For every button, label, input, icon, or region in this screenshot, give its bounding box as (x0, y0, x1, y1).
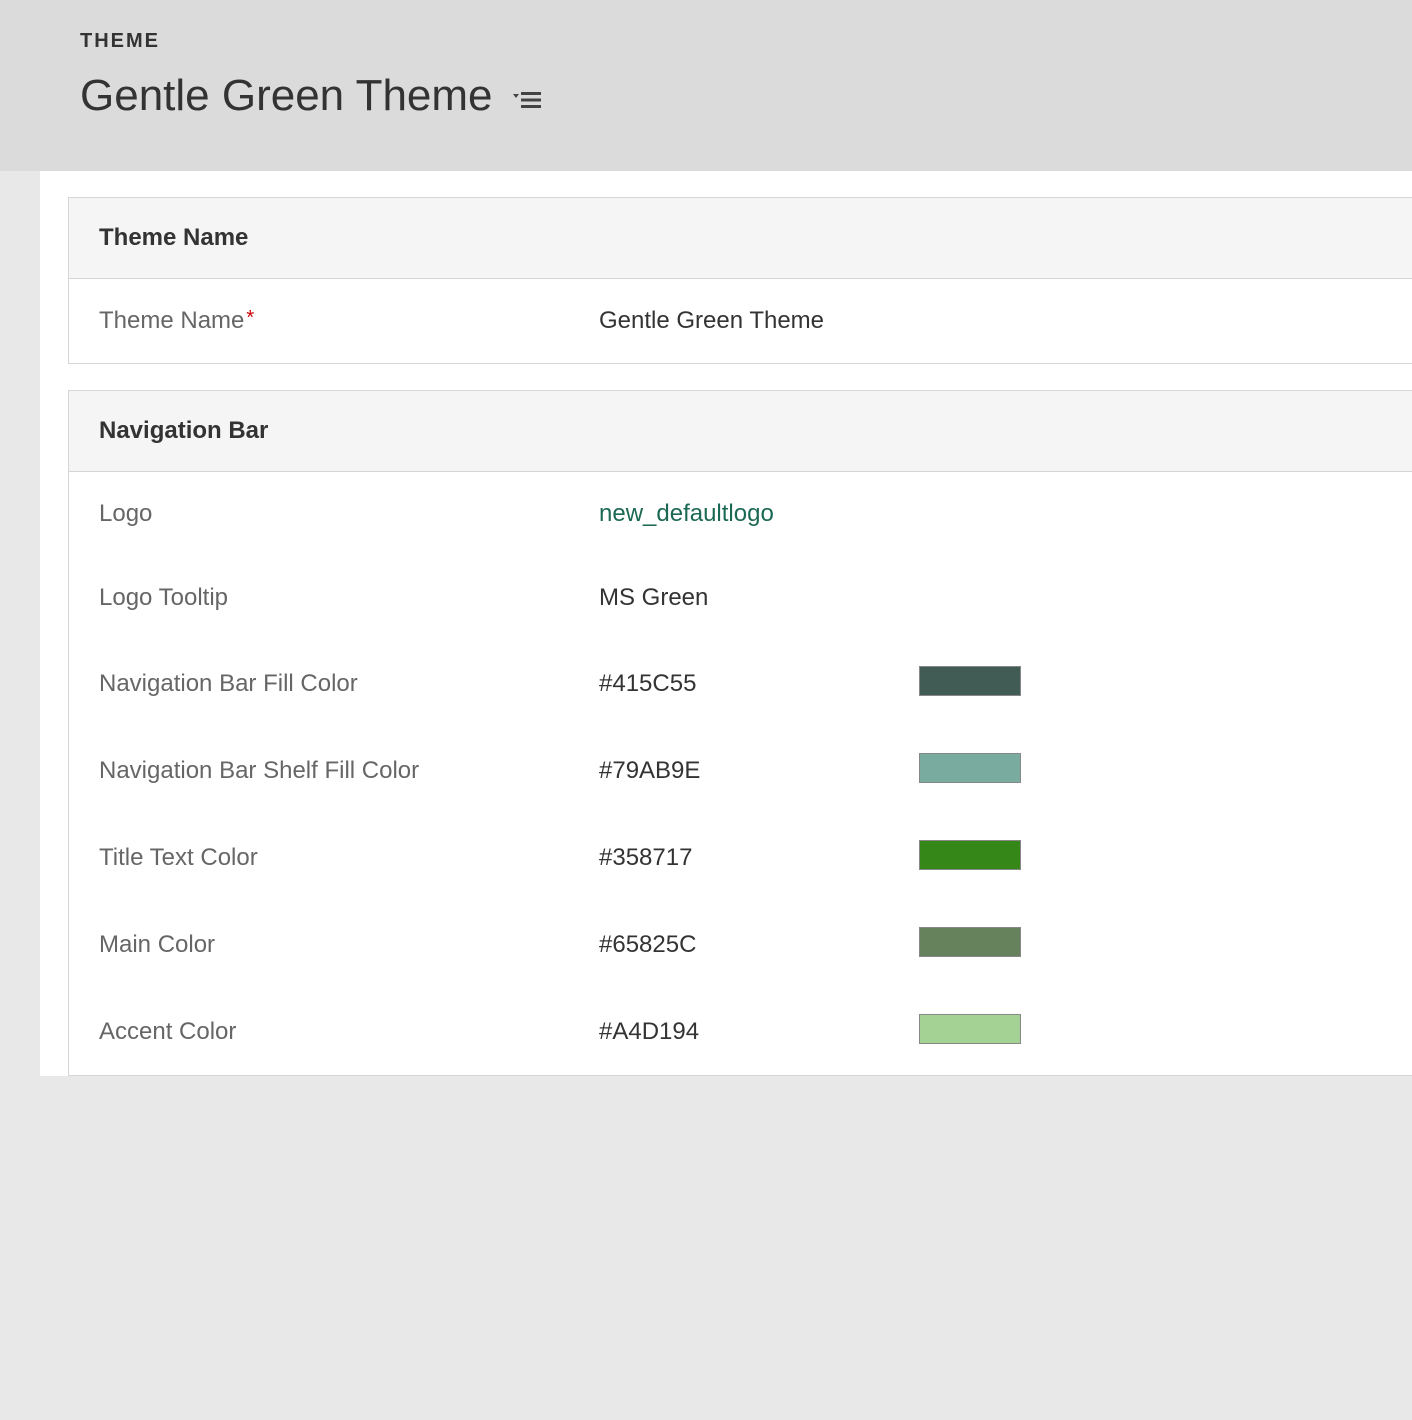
swatch-main-color[interactable] (919, 927, 1021, 957)
page-header: THEME Gentle Green Theme (0, 0, 1412, 171)
section-navigation-bar: Navigation Bar Logo new_defaultlogo Logo… (68, 390, 1412, 1076)
value-title-text[interactable]: #358717 (599, 844, 919, 872)
entity-label: THEME (80, 30, 1412, 53)
section-body-navigation-bar: Logo new_defaultlogo Logo Tooltip MS Gre… (69, 472, 1412, 1075)
value-nav-shelf-fill[interactable]: #79AB9E (599, 757, 919, 785)
section-header-navigation-bar[interactable]: Navigation Bar (69, 391, 1412, 472)
value-accent-color[interactable]: #A4D194 (599, 1018, 919, 1046)
label-main-color: Main Color (99, 931, 599, 959)
label-title-text: Title Text Color (99, 844, 599, 872)
field-nav-shelf-fill: Navigation Bar Shelf Fill Color #79AB9E (69, 727, 1412, 814)
section-theme-name: Theme Name Theme Name* Gentle Green Them… (68, 197, 1412, 364)
value-logo-tooltip[interactable]: MS Green (599, 584, 919, 612)
field-theme-name: Theme Name* Gentle Green Theme (69, 279, 1412, 363)
page-title: Gentle Green Theme (80, 71, 493, 121)
swatch-nav-fill-cell (919, 666, 1021, 701)
content-wrapper: Theme Name Theme Name* Gentle Green Them… (0, 171, 1412, 1076)
field-logo: Logo new_defaultlogo (69, 472, 1412, 556)
label-theme-name: Theme Name* (99, 307, 599, 335)
swatch-accent-color-cell (919, 1014, 1021, 1049)
record-menu-icon[interactable] (513, 82, 541, 110)
content: Theme Name Theme Name* Gentle Green Them… (40, 171, 1412, 1076)
section-body-theme-name: Theme Name* Gentle Green Theme (69, 279, 1412, 363)
label-nav-shelf-fill: Navigation Bar Shelf Fill Color (99, 757, 599, 785)
swatch-main-color-cell (919, 927, 1021, 962)
label-logo-tooltip: Logo Tooltip (99, 584, 599, 612)
field-accent-color: Accent Color #A4D194 (69, 988, 1412, 1075)
value-theme-name[interactable]: Gentle Green Theme (599, 307, 919, 335)
swatch-title-text[interactable] (919, 840, 1021, 870)
section-header-theme-name[interactable]: Theme Name (69, 198, 1412, 279)
label-theme-name-text: Theme Name (99, 307, 244, 334)
value-main-color[interactable]: #65825C (599, 931, 919, 959)
value-logo[interactable]: new_defaultlogo (599, 500, 919, 528)
field-logo-tooltip: Logo Tooltip MS Green (69, 556, 1412, 640)
swatch-title-text-cell (919, 840, 1021, 875)
label-accent-color: Accent Color (99, 1018, 599, 1046)
value-nav-fill[interactable]: #415C55 (599, 670, 919, 698)
swatch-nav-fill[interactable] (919, 666, 1021, 696)
label-logo: Logo (99, 500, 599, 528)
required-indicator: * (246, 307, 254, 329)
swatch-accent-color[interactable] (919, 1014, 1021, 1044)
label-nav-fill: Navigation Bar Fill Color (99, 670, 599, 698)
title-row: Gentle Green Theme (80, 71, 1412, 121)
field-nav-fill: Navigation Bar Fill Color #415C55 (69, 640, 1412, 727)
swatch-nav-shelf-fill-cell (919, 753, 1021, 788)
field-main-color: Main Color #65825C (69, 901, 1412, 988)
swatch-nav-shelf-fill[interactable] (919, 753, 1021, 783)
field-title-text: Title Text Color #358717 (69, 814, 1412, 901)
